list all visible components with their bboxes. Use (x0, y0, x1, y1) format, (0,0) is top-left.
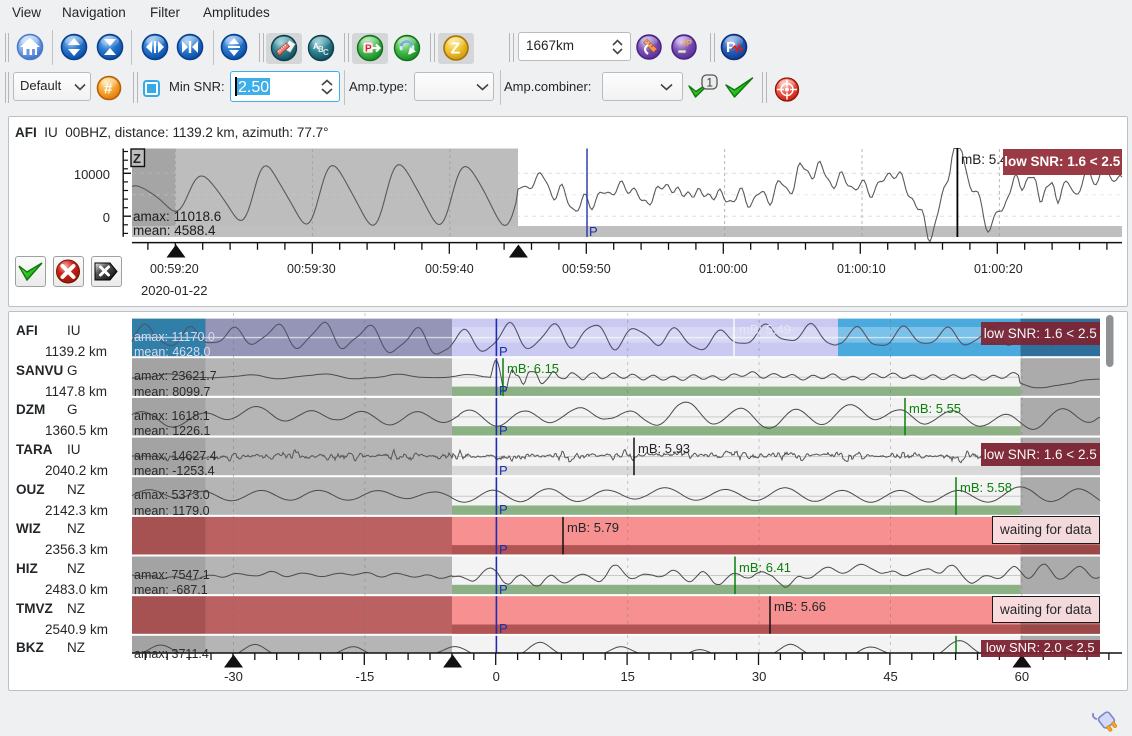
svg-text:C: C (323, 48, 329, 57)
svg-text:1: 1 (707, 78, 713, 90)
